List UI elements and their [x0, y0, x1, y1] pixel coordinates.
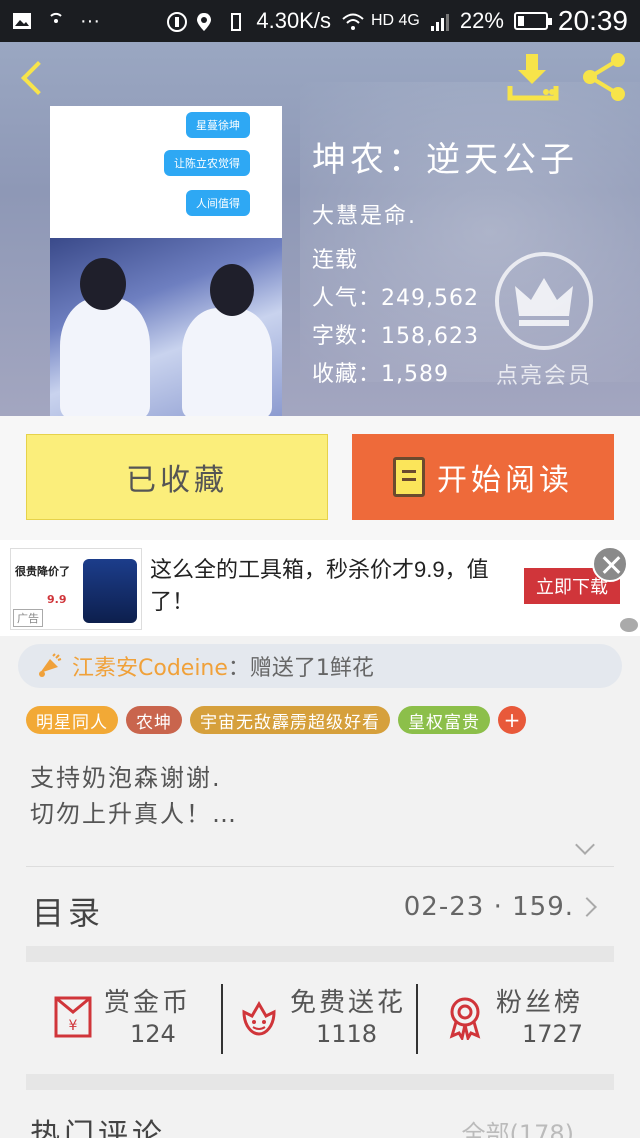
cover-photo [50, 238, 282, 416]
book-cover: 星蔓徐坤 让陈立农觉得 人间值得 [50, 106, 282, 416]
location-icon [196, 12, 216, 31]
tag-item[interactable]: 宇宙无敌霹雳超级好看 [190, 706, 390, 734]
ad-image: 很贵降价了 9.9 广告 [10, 548, 142, 630]
section-separator [26, 946, 614, 962]
tag-item[interactable]: 明星同人 [26, 706, 118, 734]
red-envelope-icon: ¥ [54, 996, 92, 1038]
cover-chat-bubble: 让陈立农觉得 [164, 150, 250, 176]
download-button[interactable] [506, 52, 560, 102]
start-reading-label: 开始阅读 [437, 463, 573, 498]
book-popularity: 人气：249,562 [312, 280, 479, 312]
download-icon [507, 54, 559, 101]
flower-icon [242, 1001, 276, 1036]
vip-label: 点亮会员 [495, 364, 592, 389]
hot-comments-section: 热门评论 全部(178) [0, 1086, 640, 1138]
gift-action: ：赠送了1鲜花 [227, 656, 374, 681]
status-bar: ··· 4.30K/s HD 4G 22% 20:39 [0, 0, 640, 42]
medal-icon [449, 997, 481, 1040]
flower-count: 1118 [316, 1020, 378, 1048]
drill-image [83, 559, 137, 623]
gift-notice[interactable]: 江素安Codeine ：赠送了1鲜花 [18, 644, 622, 688]
battery-percent: 22% [459, 8, 504, 33]
cover-chat-bubble: 星蔓徐坤 [186, 112, 250, 138]
ad-image-text: 很贵降价了 [15, 565, 70, 578]
book-icon [393, 457, 425, 497]
clock: 20:39 [557, 5, 628, 36]
gift-user: 江素安Codeine [72, 656, 228, 681]
vibration-mode-icon [226, 12, 246, 31]
crown-icon [495, 252, 593, 350]
start-reading-button[interactable]: 开始阅读 [352, 434, 614, 520]
popularity-label: 人气： [312, 286, 382, 311]
favorites-label: 收藏： [312, 362, 382, 387]
chevron-right-icon [577, 897, 597, 917]
book-title: 坤农：逆天公子 [312, 140, 578, 180]
all-comments-link[interactable]: 全部(178) [461, 1114, 574, 1138]
hot-comments-title: 热门评论 [30, 1118, 166, 1138]
reward-label: 赏金币 [104, 988, 192, 1018]
share-icon [583, 53, 625, 101]
divider [416, 984, 418, 1054]
ad-image-price: 9.9 [47, 593, 67, 606]
more-icon: ··· [80, 9, 100, 32]
ad-banner[interactable]: 很贵降价了 9.9 广告 这么全的工具箱，秒杀价才9.9，值了！ 立即下载 [0, 540, 640, 636]
tag-item[interactable]: 皇权富贵 [398, 706, 490, 734]
reward-count: 124 [130, 1020, 176, 1048]
fans-label: 粉丝榜 [496, 988, 584, 1018]
expand-chevron-icon[interactable] [576, 838, 596, 858]
ad-info-icon[interactable] [620, 618, 638, 632]
ad-close-icon[interactable] [592, 546, 628, 582]
network-type: HD 4G [370, 12, 420, 29]
bell-icon [39, 653, 62, 677]
book-word-count: 字数：158,623 [312, 318, 479, 350]
vibrate-icon [166, 12, 188, 32]
table-of-contents-row[interactable]: 目录 02-23 · 159. [0, 866, 640, 946]
add-tag-button[interactable]: + [498, 706, 526, 734]
book-status: 连载 [312, 248, 359, 273]
intro-line: 切勿上升真人！… [30, 800, 238, 828]
popularity-value: 249,562 [381, 286, 479, 311]
action-bar: 已收藏 开始阅读 [0, 416, 640, 540]
vip-button[interactable]: 点亮会员 [492, 252, 596, 402]
ad-badge: 广告 [13, 609, 43, 627]
tag-list: 明星同人 农坤 宇宙无敌霹雳超级好看 皇权富贵 + [26, 706, 526, 734]
book-favorites: 收藏：1,589 [312, 356, 449, 388]
stats-bar: ¥ 赏金币 124 免费送花 1118 粉丝榜 1727 [0, 964, 640, 1070]
flower-label: 免费送花 [290, 988, 407, 1018]
free-flower-button[interactable]: 免费送花 1118 [232, 964, 412, 1070]
collected-button[interactable]: 已收藏 [26, 434, 328, 520]
cover-chat: 星蔓徐坤 让陈立农觉得 人间值得 [50, 106, 282, 238]
collected-label: 已收藏 [126, 463, 228, 498]
battery-icon [513, 12, 552, 30]
back-button[interactable] [14, 56, 58, 100]
image-icon [12, 12, 32, 30]
tag-item[interactable]: 农坤 [126, 706, 182, 734]
toc-title: 目录 [32, 894, 105, 932]
fans-count: 1727 [522, 1020, 584, 1048]
network-speed: 4.30K/s [256, 8, 331, 33]
divider [221, 984, 223, 1054]
signal-icon [430, 12, 450, 31]
reward-coins-button[interactable]: ¥ 赏金币 124 [46, 964, 216, 1070]
toc-latest-chapter: 02-23 · 159. [403, 892, 574, 922]
svg-text:¥: ¥ [69, 1018, 78, 1034]
book-header: 星蔓徐坤 让陈立农觉得 人间值得 坤农：逆天公子 大慧是命. 连载 人气：249… [0, 42, 640, 416]
book-author: 大慧是命. [312, 204, 417, 229]
share-button[interactable] [578, 50, 632, 104]
words-label: 字数： [312, 324, 382, 349]
intro-line: 支持奶泡森谢谢. [30, 764, 222, 792]
book-intro: 支持奶泡森谢谢. 切勿上升真人！… [30, 760, 238, 832]
hotspot-icon [46, 12, 66, 30]
favorites-value: 1,589 [381, 362, 449, 387]
wifi-icon [341, 12, 364, 30]
fan-ranking-button[interactable]: 粉丝榜 1727 [438, 964, 608, 1070]
cover-chat-bubble: 人间值得 [186, 190, 250, 216]
ad-headline: 这么全的工具箱，秒杀价才9.9，值了！ [150, 557, 489, 614]
words-value: 158,623 [381, 324, 479, 349]
